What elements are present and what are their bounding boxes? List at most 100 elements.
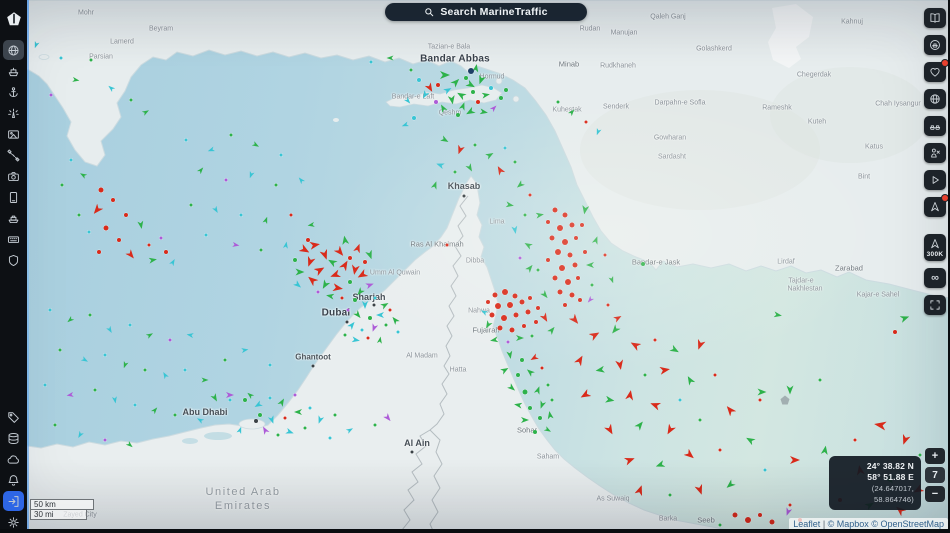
vessel-marker[interactable]	[294, 409, 302, 415]
vessel-marker[interactable]	[567, 252, 573, 258]
vessel-marker[interactable]	[372, 303, 376, 307]
vessel-marker[interactable]	[448, 95, 456, 105]
vessel-marker[interactable]	[497, 325, 503, 331]
vessel-marker[interactable]	[436, 83, 440, 87]
vessel-marker[interactable]	[149, 256, 158, 263]
vessel-marker[interactable]	[210, 393, 219, 403]
vessel-marker[interactable]	[103, 353, 107, 357]
vessel-marker[interactable]	[552, 207, 558, 213]
vessel-marker[interactable]	[376, 312, 384, 318]
vessel-marker[interactable]	[569, 314, 582, 327]
vessel-marker[interactable]	[563, 303, 567, 307]
vessel-marker[interactable]	[401, 121, 409, 128]
vessel-marker[interactable]	[519, 299, 525, 305]
vessel-marker[interactable]	[507, 383, 517, 393]
vessel-marker[interactable]	[718, 448, 722, 452]
vessel-marker[interactable]	[223, 358, 227, 362]
vessel-marker[interactable]	[186, 332, 194, 338]
vessel-marker[interactable]	[59, 56, 63, 60]
vessel-marker[interactable]	[516, 373, 520, 377]
vessel-marker[interactable]	[530, 334, 534, 338]
vessel-marker[interactable]	[254, 419, 258, 423]
toolbar-globe-settings-button[interactable]	[924, 89, 946, 109]
vessel-marker[interactable]	[236, 426, 243, 434]
vessel-marker[interactable]	[307, 222, 315, 228]
vessel-marker[interactable]	[499, 96, 503, 100]
vessel-marker[interactable]	[515, 180, 525, 190]
sidebar-stations-button[interactable]	[3, 103, 24, 123]
vessel-marker[interactable]	[151, 406, 159, 415]
vessel-marker[interactable]	[583, 250, 587, 254]
vessel-marker[interactable]	[613, 313, 623, 322]
vessel-marker[interactable]	[634, 419, 645, 430]
vessel-marker[interactable]	[465, 163, 474, 173]
vessel-marker[interactable]	[504, 88, 508, 92]
vessel-marker[interactable]	[556, 100, 560, 104]
vessel-marker[interactable]	[503, 146, 507, 150]
vessel-marker[interactable]	[780, 395, 790, 405]
vessel-marker[interactable]	[506, 340, 510, 344]
vessel-marker[interactable]	[258, 413, 262, 417]
vessel-marker[interactable]	[580, 223, 584, 227]
search-bar[interactable]: Search MarineTraffic	[385, 3, 587, 21]
vessel-marker[interactable]	[523, 240, 533, 249]
vessel-marker[interactable]	[533, 430, 537, 434]
vessel-marker[interactable]	[525, 367, 535, 377]
vessel-marker[interactable]	[247, 171, 254, 179]
vessel-marker[interactable]	[204, 233, 208, 237]
vessel-marker[interactable]	[390, 315, 400, 325]
vessel-marker[interactable]	[595, 366, 605, 374]
vessel-marker[interactable]	[501, 315, 507, 321]
vessel-marker[interactable]	[893, 330, 897, 334]
vessel-marker[interactable]	[758, 513, 762, 517]
vessel-marker[interactable]	[604, 424, 616, 437]
vessel-marker[interactable]	[480, 308, 489, 316]
vessel-marker[interactable]	[409, 68, 413, 72]
vessel-marker[interactable]	[592, 235, 600, 245]
vessel-marker[interactable]	[435, 161, 445, 169]
vessel-marker[interactable]	[377, 336, 383, 344]
vessel-marker[interactable]	[184, 138, 188, 142]
vessel-marker[interactable]	[509, 327, 515, 333]
vessel-marker[interactable]	[525, 309, 531, 315]
vessel-marker[interactable]	[790, 456, 800, 464]
vessel-marker[interactable]	[518, 256, 522, 260]
vessel-marker[interactable]	[328, 436, 332, 440]
vessel-marker[interactable]	[360, 328, 364, 332]
vessel-marker[interactable]	[584, 120, 588, 124]
vessel-marker[interactable]	[724, 404, 737, 417]
vessel-marker[interactable]	[695, 484, 706, 496]
vessel-marker[interactable]	[137, 221, 144, 230]
vessel-marker[interactable]	[678, 398, 682, 402]
vessel-marker[interactable]	[455, 90, 466, 101]
vessel-marker[interactable]	[262, 216, 269, 224]
vessel-marker[interactable]	[293, 393, 297, 397]
vessel-marker[interactable]	[578, 298, 582, 302]
vessel-marker[interactable]	[355, 287, 365, 297]
vessel-marker[interactable]	[97, 250, 101, 254]
vessel-marker[interactable]	[107, 84, 116, 92]
vessel-marker[interactable]	[299, 244, 312, 256]
vessel-marker[interactable]	[66, 316, 75, 324]
vessel-marker[interactable]	[121, 361, 128, 369]
vessel-marker[interactable]	[641, 262, 645, 266]
vessel-marker[interactable]	[540, 312, 551, 323]
vessel-marker[interactable]	[528, 193, 532, 197]
sidebar-explore-button[interactable]	[3, 40, 24, 60]
vessel-marker[interactable]	[511, 226, 518, 235]
vessel-marker[interactable]	[348, 256, 352, 260]
vessel-marker[interactable]	[320, 249, 331, 261]
vessel-marker[interactable]	[363, 260, 367, 264]
vessel-marker[interactable]	[784, 507, 792, 517]
toolbar-my-location-button[interactable]	[924, 143, 946, 163]
vessel-marker[interactable]	[465, 80, 476, 91]
vessel-marker[interactable]	[471, 90, 475, 94]
vessel-marker[interactable]	[243, 398, 247, 402]
vessel-marker[interactable]	[629, 339, 642, 351]
vessel-marker[interactable]	[356, 269, 369, 281]
vessel-marker[interactable]	[528, 406, 532, 410]
vessel-marker[interactable]	[420, 90, 429, 100]
vessel-marker[interactable]	[502, 289, 508, 295]
vessel-marker[interactable]	[624, 455, 636, 466]
vessel-marker[interactable]	[486, 300, 490, 304]
